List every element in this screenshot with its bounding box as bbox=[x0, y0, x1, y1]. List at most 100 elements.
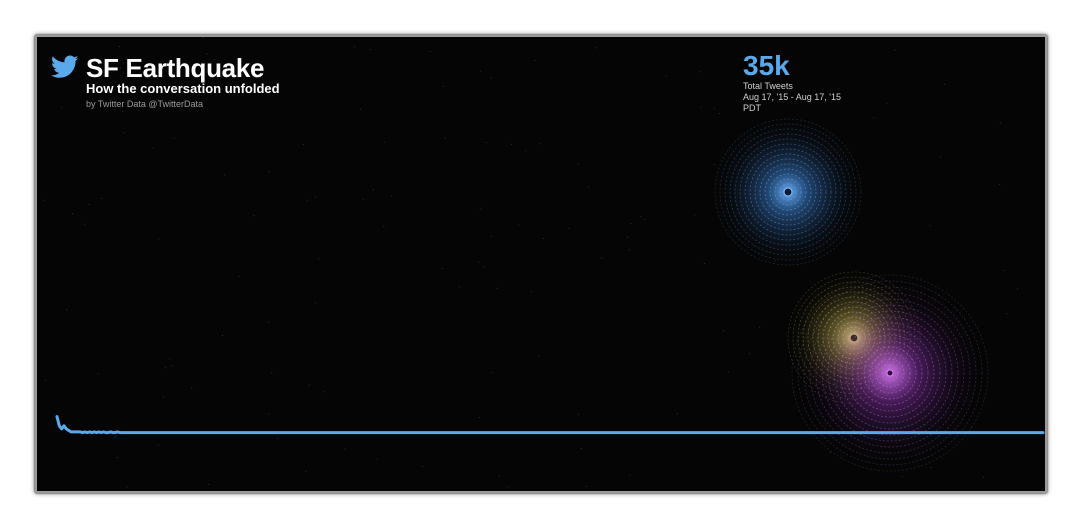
twitter-bird-icon bbox=[51, 55, 79, 78]
star-dot bbox=[305, 470, 307, 472]
star-dot bbox=[158, 238, 160, 240]
star-dot bbox=[498, 475, 500, 477]
star-dot bbox=[441, 268, 443, 269]
star-dot bbox=[568, 227, 570, 229]
star-dot bbox=[1003, 270, 1005, 272]
total-tweets-value: 35k bbox=[743, 50, 790, 81]
star-dot bbox=[362, 198, 364, 200]
star-dot bbox=[268, 413, 270, 415]
timezone: PDT bbox=[743, 103, 761, 113]
star-dot bbox=[224, 174, 226, 176]
star-dot bbox=[894, 49, 896, 51]
star-dot bbox=[302, 144, 304, 145]
star-dot bbox=[722, 330, 724, 332]
star-dot bbox=[483, 266, 485, 268]
star-dot bbox=[157, 444, 159, 446]
star-dot bbox=[587, 186, 589, 188]
star-dot bbox=[88, 204, 90, 205]
star-dot bbox=[377, 458, 378, 460]
star-dot bbox=[496, 287, 498, 289]
star-dot bbox=[490, 235, 492, 237]
star-dot bbox=[542, 238, 544, 240]
star-dot bbox=[627, 236, 628, 238]
star-dot bbox=[191, 387, 193, 389]
star-dot bbox=[315, 302, 317, 304]
star-dot bbox=[749, 353, 751, 355]
star-dot bbox=[1017, 288, 1018, 290]
star-dot bbox=[169, 358, 171, 360]
star-dot bbox=[268, 321, 270, 323]
star-dot bbox=[886, 102, 888, 104]
star-dot bbox=[999, 122, 1001, 124]
star-dot bbox=[577, 163, 579, 165]
star-dot bbox=[360, 108, 361, 110]
star-dot bbox=[983, 476, 985, 478]
star-dot bbox=[534, 60, 536, 62]
star-dot bbox=[372, 188, 374, 190]
star-dot bbox=[238, 276, 240, 278]
star-dot bbox=[61, 106, 63, 108]
star-dot bbox=[601, 257, 603, 259]
star-dot bbox=[421, 466, 423, 467]
star-dot bbox=[999, 184, 1001, 185]
page-title: SF Earthquake bbox=[86, 53, 265, 83]
visualization-frame: SF Earthquake How the conversation unfol… bbox=[35, 35, 1047, 493]
star-dot bbox=[384, 141, 386, 143]
star-dot bbox=[538, 355, 540, 357]
star-dot bbox=[277, 437, 279, 439]
star-dot bbox=[718, 113, 720, 114]
star-dot bbox=[665, 75, 667, 77]
star-dot bbox=[171, 365, 173, 367]
star-dot bbox=[479, 207, 481, 209]
star-dot bbox=[485, 142, 487, 144]
star-dot bbox=[713, 108, 715, 110]
star-dot bbox=[580, 447, 582, 449]
star-dot bbox=[577, 413, 579, 415]
star-dot bbox=[930, 466, 932, 468]
star-dot bbox=[122, 110, 124, 112]
star-dot bbox=[628, 249, 630, 251]
star-dot bbox=[480, 70, 482, 72]
star-dot bbox=[253, 215, 255, 217]
star-dot bbox=[45, 379, 46, 381]
page-subtitle: How the conversation unfolded bbox=[86, 81, 280, 96]
blue-burst-center bbox=[783, 187, 793, 197]
star-dot bbox=[443, 86, 445, 87]
star-dot bbox=[518, 224, 520, 226]
star-dot bbox=[444, 137, 446, 139]
star-dot bbox=[901, 476, 903, 478]
star-dot bbox=[491, 371, 493, 373]
byline: by Twitter Data @TwitterData bbox=[86, 99, 204, 109]
star-dot bbox=[123, 132, 125, 134]
star-dot bbox=[943, 84, 945, 86]
star-dot bbox=[676, 413, 678, 415]
star-dot bbox=[530, 291, 532, 293]
total-tweets-label: Total Tweets bbox=[743, 81, 793, 91]
star-dot bbox=[759, 326, 761, 328]
star-dot bbox=[369, 49, 371, 50]
star-dot bbox=[97, 373, 99, 375]
star-dot bbox=[630, 223, 632, 224]
star-dot bbox=[640, 216, 642, 217]
star-dot bbox=[164, 367, 166, 369]
star-dot bbox=[699, 71, 701, 73]
star-dot bbox=[268, 170, 270, 172]
star-dot bbox=[323, 391, 325, 393]
star-dot bbox=[43, 199, 45, 201]
star-dot bbox=[126, 486, 128, 488]
star-dot bbox=[694, 214, 695, 216]
star-dot bbox=[383, 225, 385, 227]
star-dot bbox=[478, 261, 480, 263]
star-dot bbox=[66, 309, 68, 311]
star-dot bbox=[221, 335, 223, 336]
star-dot bbox=[703, 263, 705, 264]
blue-burst bbox=[710, 114, 866, 270]
star-dot bbox=[939, 156, 941, 158]
star-dot bbox=[72, 213, 73, 215]
star-dot bbox=[873, 117, 875, 119]
star-dot bbox=[208, 484, 210, 485]
star-dot bbox=[152, 147, 154, 149]
star-dot bbox=[929, 225, 931, 227]
star-dot bbox=[115, 435, 117, 437]
star-dot bbox=[727, 371, 729, 373]
